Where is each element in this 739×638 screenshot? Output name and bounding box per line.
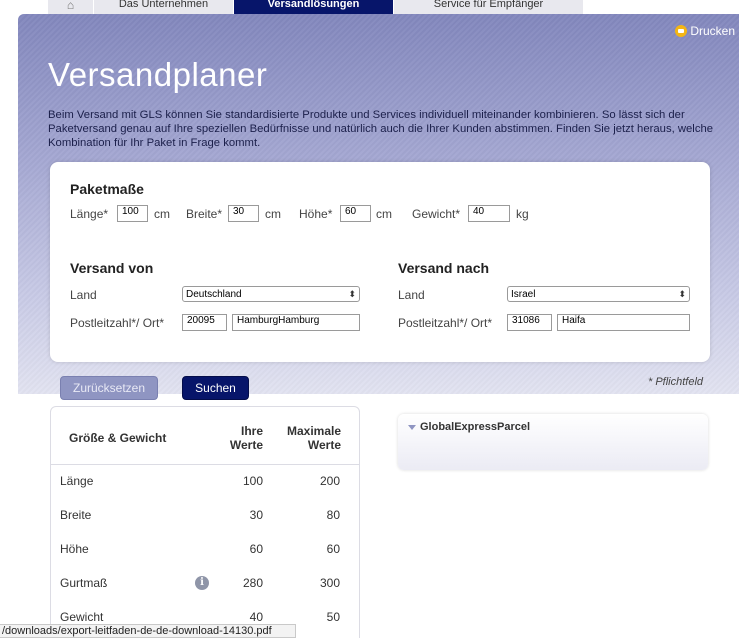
search-button[interactable]: Suchen bbox=[182, 376, 249, 400]
nach-land-select[interactable]: Israel ⬍ bbox=[507, 286, 690, 302]
nach-ort-input[interactable]: Haifa bbox=[557, 314, 690, 331]
versand-von-heading: Versand von bbox=[70, 260, 154, 276]
expand-triangle-icon bbox=[408, 424, 416, 430]
col-size-weight-header: Größe & Gewicht bbox=[69, 431, 167, 445]
col-yours-header: Ihre Werte bbox=[211, 424, 263, 452]
intro-text: Beim Versand mit GLS können Sie standard… bbox=[48, 109, 714, 149]
row-label: Länge bbox=[60, 474, 94, 488]
von-plz-label: Postleitzahl*/ Ort* bbox=[70, 316, 165, 330]
row-max: 60 bbox=[326, 542, 340, 556]
shipment-form-panel: Paketmaße Länge* 100 cm Breite* 30 cm Hö… bbox=[50, 162, 710, 362]
von-land-select[interactable]: Deutschland ⬍ bbox=[182, 286, 360, 302]
reset-button[interactable]: Zurücksetzen bbox=[60, 376, 158, 400]
row-label: Höhe bbox=[60, 542, 89, 556]
select-arrows-icon: ⬍ bbox=[678, 288, 686, 299]
row-max: 200 bbox=[319, 474, 340, 488]
hoehe-unit: cm bbox=[376, 207, 392, 221]
versand-nach-heading: Versand nach bbox=[398, 260, 490, 276]
col-yours-line1: Ihre bbox=[240, 424, 263, 438]
nav-home-tab[interactable]: ⌂ bbox=[48, 0, 94, 14]
von-plz-input[interactable]: 20095 bbox=[182, 314, 227, 331]
browser-status-bar: /downloads/export-leitfaden-de-de-downlo… bbox=[0, 624, 296, 638]
row-label: Gewicht bbox=[60, 610, 104, 624]
nav-tab-unternehmen[interactable]: Das Unternehmen bbox=[94, 0, 234, 14]
nav-tab-service-empfaenger[interactable]: Service für Empfänger bbox=[394, 0, 584, 14]
page-title: Versandplaner bbox=[48, 56, 268, 93]
col-yours-line2: Werte bbox=[229, 438, 263, 452]
size-weight-table: Größe & Gewicht Ihre Werte Maximale Wert… bbox=[50, 406, 360, 638]
gewicht-unit: kg bbox=[516, 207, 529, 221]
row-yours: 30 bbox=[249, 508, 263, 522]
row-yours: 100 bbox=[242, 474, 263, 488]
row-yours: 40 bbox=[249, 610, 263, 624]
hoehe-label: Höhe* bbox=[299, 207, 333, 221]
breite-input[interactable]: 30 bbox=[228, 205, 259, 222]
row-yours: 60 bbox=[249, 542, 263, 556]
nach-land-label: Land bbox=[398, 288, 425, 302]
gewicht-input[interactable]: 40 bbox=[468, 205, 510, 222]
result-card-title[interactable]: GlobalExpressParcel bbox=[408, 421, 530, 433]
row-label: Breite bbox=[60, 508, 92, 522]
table-header: Größe & Gewicht Ihre Werte Maximale Wert… bbox=[51, 407, 359, 465]
table-row: Höhe 60 60 bbox=[51, 532, 359, 566]
table-row: Breite 30 80 bbox=[51, 498, 359, 532]
laenge-input[interactable]: 100 bbox=[117, 205, 148, 222]
row-max: 50 bbox=[326, 610, 340, 624]
result-title-text: GlobalExpressParcel bbox=[420, 421, 531, 433]
paketmasse-heading: Paketmaße bbox=[70, 181, 144, 197]
row-label: Gurtmaß bbox=[60, 576, 108, 590]
print-label: Drucken bbox=[690, 24, 735, 38]
von-land-value: Deutschland bbox=[186, 288, 242, 300]
nach-land-value: Israel bbox=[511, 288, 536, 300]
breite-unit: cm bbox=[265, 207, 281, 221]
row-yours: 280 bbox=[242, 576, 263, 590]
laenge-label: Länge* bbox=[70, 207, 109, 221]
laenge-unit: cm bbox=[154, 207, 170, 221]
home-icon: ⌂ bbox=[66, 0, 75, 12]
nav-tab-versandloesungen[interactable]: Versandlösungen bbox=[234, 0, 394, 14]
table-row: Länge 100 200 bbox=[51, 464, 359, 498]
print-icon bbox=[675, 25, 688, 37]
required-note: * Pflichtfeld bbox=[648, 376, 704, 388]
von-ort-input[interactable]: HamburgHamburg bbox=[232, 314, 360, 331]
nach-plz-label: Postleitzahl*/ Ort* bbox=[398, 316, 493, 330]
breite-label: Breite* bbox=[186, 207, 223, 221]
nach-plz-input[interactable]: 31086 bbox=[507, 314, 552, 331]
row-max: 300 bbox=[319, 576, 340, 590]
col-max-line2: Werte bbox=[307, 438, 341, 452]
col-max-line1: Maximale bbox=[286, 424, 341, 438]
table-row: Gurtmaß i 280 300 bbox=[51, 566, 359, 600]
von-land-label: Land bbox=[70, 288, 97, 302]
top-navigation: ⌂ Das Unternehmen Versandlösungen Servic… bbox=[48, 0, 584, 14]
print-link[interactable]: Drucken bbox=[675, 24, 735, 38]
row-max: 80 bbox=[326, 508, 340, 522]
gewicht-label: Gewicht* bbox=[412, 207, 461, 221]
col-max-header: Maximale Werte bbox=[275, 424, 341, 452]
result-card-globalexpressparcel[interactable]: GlobalExpressParcel bbox=[398, 414, 708, 470]
select-arrows-icon: ⬍ bbox=[348, 288, 356, 299]
hoehe-input[interactable]: 60 bbox=[340, 205, 371, 222]
